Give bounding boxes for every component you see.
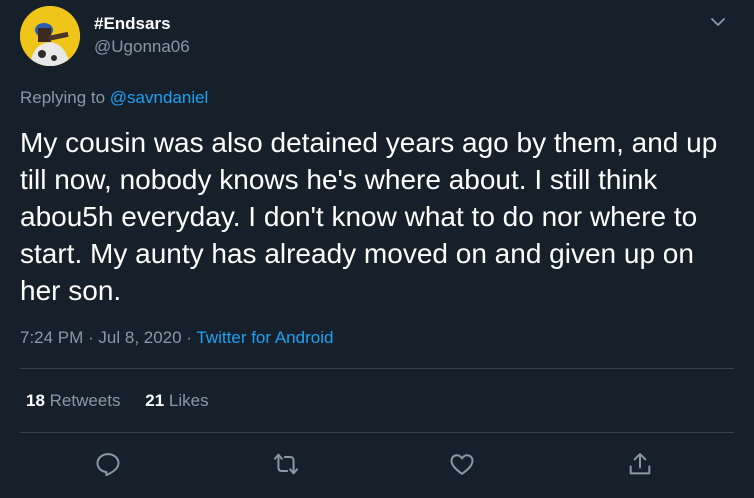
share-button[interactable] <box>626 450 654 478</box>
avatar-image <box>20 6 80 66</box>
tweet-source[interactable]: Twitter for Android <box>196 328 333 347</box>
retweet-icon <box>273 453 299 475</box>
tweet-stats: 18 Retweets 21 Likes <box>26 391 209 411</box>
meta-separator: · <box>181 328 197 347</box>
divider <box>20 368 734 369</box>
retweet-button[interactable] <box>272 450 300 478</box>
tweet-date[interactable]: Jul 8, 2020 <box>98 328 181 347</box>
tweet-time[interactable]: 7:24 PM <box>20 328 83 347</box>
likes-count: 21 <box>145 391 165 410</box>
likes-stat[interactable]: 21 Likes <box>145 391 208 410</box>
mention-link[interactable]: @savndaniel <box>110 88 209 107</box>
likes-label: Likes <box>168 391 209 410</box>
replying-to-label: Replying to <box>20 88 106 107</box>
like-button[interactable] <box>448 450 476 478</box>
retweets-count: 18 <box>26 391 45 410</box>
tweet-meta: 7:24 PM · Jul 8, 2020 · Twitter for Andr… <box>20 328 333 348</box>
reply-icon <box>96 453 120 477</box>
retweets-stat[interactable]: 18 Retweets <box>26 391 121 410</box>
replying-to: Replying to @savndaniel <box>20 88 208 108</box>
display-name[interactable]: #Endsars <box>94 14 171 34</box>
user-handle[interactable]: @Ugonna06 <box>94 37 190 57</box>
tweet: #Endsars @Ugonna06 Replying to @savndani… <box>0 0 754 498</box>
reply-button[interactable] <box>94 450 122 478</box>
heart-icon <box>450 454 474 475</box>
tweet-text: My cousin was also detained years ago by… <box>20 127 718 306</box>
share-icon <box>629 453 651 475</box>
divider <box>20 432 734 433</box>
avatar[interactable] <box>20 6 80 66</box>
chevron-down-icon[interactable] <box>706 10 730 34</box>
meta-separator: · <box>83 328 99 347</box>
retweets-label: Retweets <box>49 391 121 410</box>
